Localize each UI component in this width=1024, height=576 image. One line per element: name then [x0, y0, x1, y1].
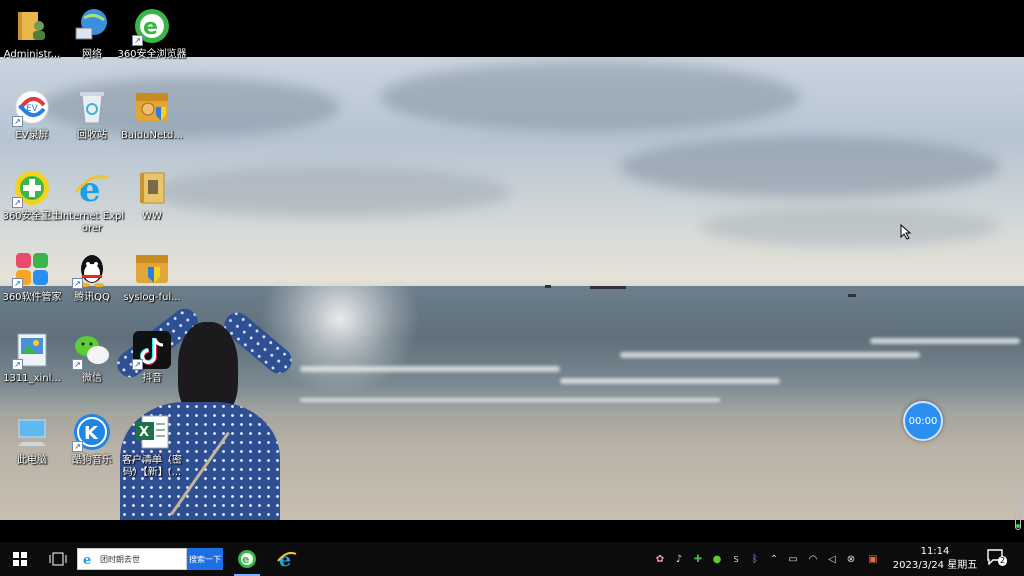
desktop-icon-baidu-netdisk[interactable]: BaiduNetd...	[120, 85, 184, 163]
baidu-netdisk-icon	[132, 87, 172, 127]
tray-wifi-icon[interactable]: ◠	[806, 552, 820, 566]
desktop-icon-360-software-manager[interactable]: ↗ 360软件管家	[0, 247, 64, 325]
recycle-bin-icon	[72, 87, 112, 127]
desktop-icon-wechat[interactable]: ↗ 微信	[60, 328, 124, 406]
task-view-icon	[49, 552, 67, 566]
search-placeholder: 团时朗去世	[100, 554, 140, 564]
taskbar-app-360-browser[interactable]: e	[230, 542, 264, 576]
360-browser-icon: e ↗	[132, 6, 172, 46]
notification-count-badge: 2	[998, 556, 1008, 566]
tray-show-hidden-icon[interactable]: ⌃	[767, 552, 781, 566]
desktop-icon-internet-explorer[interactable]: e Internet Explorer	[60, 166, 124, 244]
360-software-manager-icon: ↗	[12, 249, 52, 289]
desktop-icon-image-file[interactable]: ↗ 1311_xinl...	[0, 328, 64, 406]
desktop[interactable]: Administr... EV ↗ EV录屏 ↗ 360安全卫士 ↗ 360软件…	[0, 0, 1024, 542]
taskbar: e 团时朗去世 搜索一下 e e ✿ ♪ ✚ ● S ᛒ ⌃ ▭ ◠ ◁ ⊗ ▣…	[0, 542, 1024, 576]
start-button[interactable]	[4, 542, 36, 576]
tray-360-safeguard-icon[interactable]: ✚	[691, 552, 705, 566]
tray-flower-icon[interactable]: ✿	[653, 552, 667, 566]
internet-explorer-icon: e	[72, 168, 112, 210]
clock-date: 2023/3/24 星期五	[892, 560, 978, 571]
tray-volume-icon[interactable]: ◁	[825, 552, 839, 566]
wechat-icon: ↗	[72, 330, 112, 370]
desktop-icon-douyin[interactable]: ↗ 抖音	[120, 328, 184, 406]
svg-text:e: e	[242, 553, 249, 566]
tray-wechat-icon[interactable]: ●	[710, 552, 724, 566]
side-scroll-indicator[interactable]	[1015, 486, 1021, 530]
desktop-icon-360-browser[interactable]: e ↗ 360安全浏览器	[117, 4, 187, 82]
svg-text:K: K	[84, 423, 99, 444]
desktop-icon-360-safeguard[interactable]: ↗ 360安全卫士	[0, 166, 64, 244]
desktop-icon-kugou-music[interactable]: K ↗ 酷狗音乐	[60, 410, 124, 488]
user-folder-icon	[12, 6, 52, 46]
ev-recorder-icon: EV ↗	[12, 87, 52, 127]
desktop-icon-network[interactable]: 网络	[60, 4, 124, 82]
desktop-icon-administrator[interactable]: Administr...	[0, 4, 64, 82]
network-icon	[72, 6, 112, 46]
desktop-icon-excel-file[interactable]: X 客户清单（密码）【新】(...	[120, 410, 184, 488]
svg-text:X: X	[139, 425, 149, 440]
tray-status-x-icon[interactable]: ⊗	[844, 552, 858, 566]
installer-box-icon	[132, 249, 172, 289]
excel-file-icon: X	[132, 412, 172, 452]
folder-icon	[132, 168, 172, 208]
desktop-icon-this-pc[interactable]: 此电脑	[0, 410, 64, 488]
tray-battery-icon[interactable]: ▭	[786, 552, 800, 566]
360-safeguard-icon: ↗	[12, 168, 52, 208]
douyin-icon: ↗	[132, 330, 172, 370]
desktop-icon-ww-folder[interactable]: WW	[120, 166, 184, 244]
qq-icon: ↗	[72, 249, 112, 289]
clock-time: 11:14	[920, 546, 950, 557]
desktop-icon-ev-recorder[interactable]: EV ↗ EV录屏	[0, 85, 64, 163]
desktop-icon-syslog-installer[interactable]: syslog-ful...	[120, 247, 184, 325]
svg-text:EV: EV	[26, 104, 39, 114]
internet-explorer-icon: e	[277, 549, 297, 569]
this-pc-icon	[12, 412, 52, 452]
mouse-cursor-icon	[900, 223, 912, 240]
windows-logo-icon	[13, 552, 27, 566]
tray-douyin-icon[interactable]: ♪	[672, 552, 686, 566]
desktop-icon-recycle-bin[interactable]: 回收站	[60, 85, 124, 163]
taskbar-clock[interactable]: 11:14 2023/3/24 星期五	[890, 545, 980, 573]
svg-text:e: e	[83, 553, 91, 566]
taskbar-search-input[interactable]: e 团时朗去世	[77, 548, 187, 570]
tray-input-method-icon[interactable]: ▣	[866, 552, 880, 566]
tray-sogou-icon[interactable]: S	[729, 552, 743, 566]
tray-bluetooth-icon[interactable]: ᛒ	[748, 552, 762, 566]
desktop-icon-qq[interactable]: ↗ 腾讯QQ	[60, 247, 124, 325]
taskbar-app-internet-explorer[interactable]: e	[270, 542, 304, 576]
action-center-button[interactable]: 2	[987, 549, 1009, 569]
image-file-icon: ↗	[12, 330, 52, 370]
360-browser-icon: e	[238, 550, 256, 568]
task-view-button[interactable]	[42, 542, 74, 576]
svg-text:e: e	[143, 15, 158, 40]
kugou-music-icon: K ↗	[72, 412, 112, 452]
ie-search-icon: e	[83, 553, 91, 566]
search-submit-button[interactable]: 搜索一下	[187, 548, 223, 570]
recording-timer-button[interactable]: 00:00	[903, 401, 943, 441]
